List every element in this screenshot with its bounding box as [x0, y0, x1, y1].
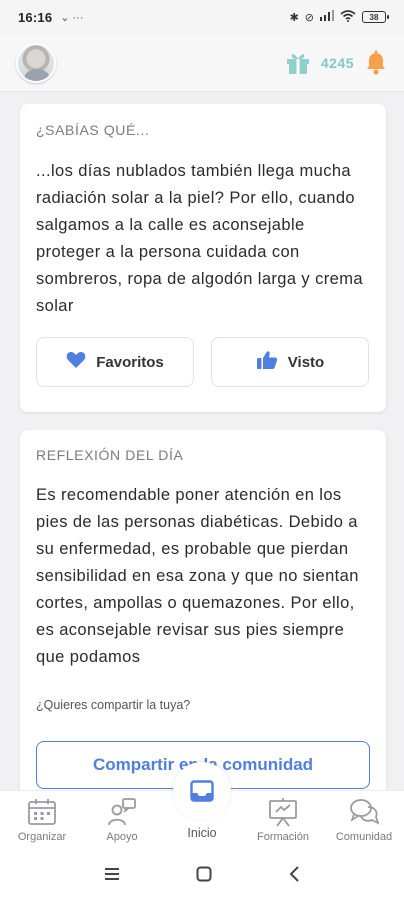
home-inbox-icon: [190, 780, 214, 802]
status-notifications: ⌄ ···: [60, 11, 84, 24]
app-header: 4245: [0, 34, 404, 92]
mute-icon: ⊘: [304, 11, 314, 24]
status-bar: 16:16 ⌄ ··· ✱ ⊘ 38: [0, 0, 404, 34]
thumbs-up-icon: [256, 350, 278, 374]
wifi-icon: [340, 9, 356, 25]
bell-icon[interactable]: [364, 50, 388, 76]
gift-icon[interactable]: [285, 51, 311, 75]
favorites-button[interactable]: Favoritos: [36, 337, 194, 387]
calendar-icon: [28, 799, 56, 825]
seen-label: Visto: [287, 353, 325, 371]
reflection-card-text: Es recomendable poner atención en los pi…: [36, 486, 359, 666]
reflection-card: REFLEXIÓN DEL DÍA Es recomendable poner …: [20, 430, 386, 802]
nav-apoyo-label: Apoyo: [106, 831, 138, 843]
nav-comunidad[interactable]: Comunidad: [324, 797, 404, 843]
fact-card-title: ¿SABÍAS QUÉ...: [36, 122, 150, 138]
nav-apoyo[interactable]: Apoyo: [82, 797, 162, 843]
nav-formacion[interactable]: Formación: [243, 797, 323, 843]
bluetooth-icon: ✱: [289, 11, 299, 24]
status-time: 16:16: [18, 9, 53, 25]
nav-organizar[interactable]: Organizar: [2, 797, 82, 843]
chat-bubbles-icon: [350, 799, 380, 825]
reflection-card-title: REFLEXIÓN DEL DÍA: [36, 447, 184, 463]
nav-inicio[interactable]: [173, 762, 231, 820]
share-question: ¿Quieres compartir la tuya?: [36, 698, 191, 712]
fact-card: ¿SABÍAS QUÉ... ...los días nublados tamb…: [20, 104, 386, 412]
presentation-icon: [269, 798, 297, 827]
back-icon[interactable]: [288, 865, 300, 887]
heart-icon: [66, 351, 86, 373]
favorites-label: Favoritos: [96, 353, 164, 371]
seen-button[interactable]: Visto: [211, 337, 369, 387]
battery-icon: 38: [362, 11, 389, 23]
support-icon: [108, 798, 136, 826]
fact-card-text: ...los días nublados también llega mucha…: [36, 162, 363, 315]
home-square-icon[interactable]: [196, 866, 212, 887]
points-counter: 4245: [320, 54, 354, 71]
avatar[interactable]: [16, 42, 56, 83]
nav-inicio-label: Inicio: [187, 826, 217, 840]
nav-organizar-label: Organizar: [17, 831, 67, 843]
signal-icon: [320, 10, 334, 24]
nav-comunidad-label: Comunidad: [335, 831, 393, 843]
recent-apps-icon[interactable]: [104, 867, 120, 886]
system-nav-bar: [0, 852, 404, 900]
nav-formacion-label: Formación: [257, 831, 309, 843]
